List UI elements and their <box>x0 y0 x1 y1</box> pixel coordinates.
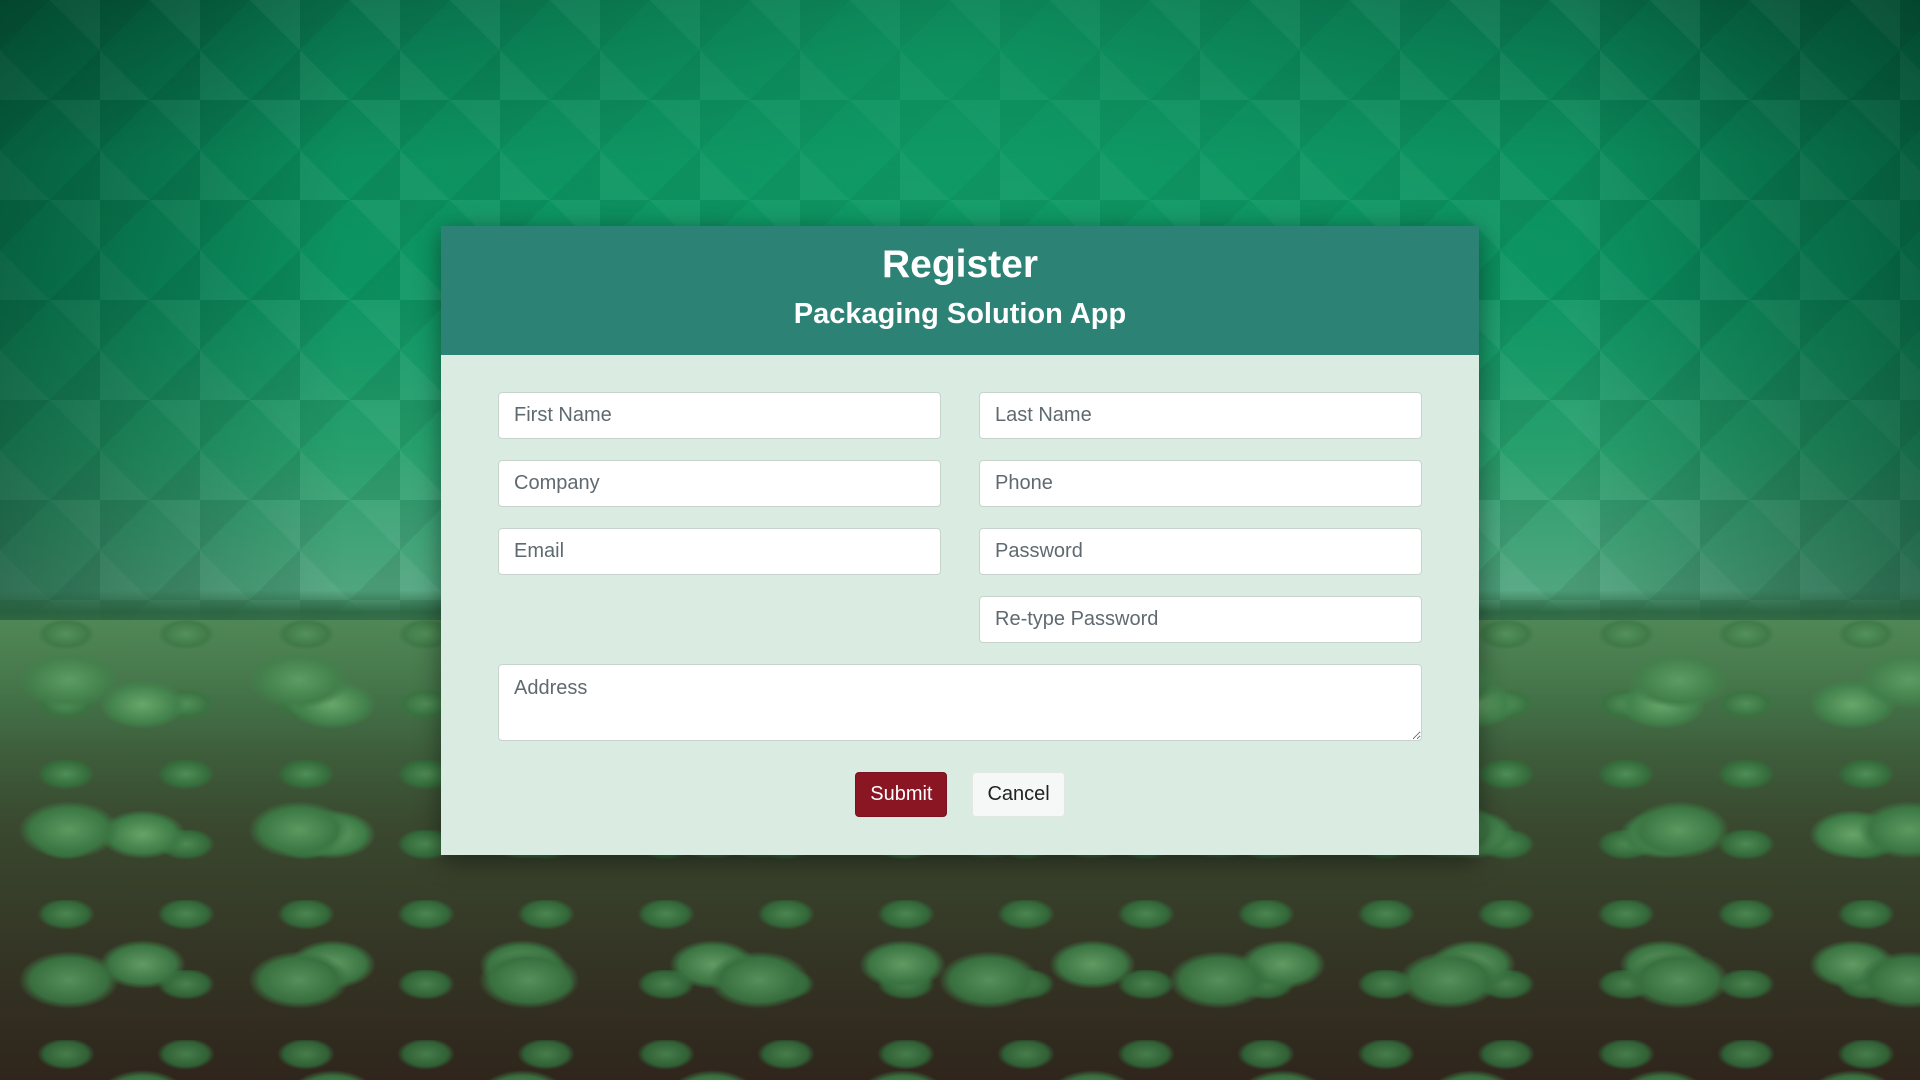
cancel-button[interactable]: Cancel <box>972 772 1065 817</box>
form-actions: Submit Cancel <box>498 772 1422 817</box>
page: Register Packaging Solution App First Na… <box>0 0 1920 1080</box>
card-header: Register Packaging Solution App <box>441 226 1479 355</box>
register-card: Register Packaging Solution App First Na… <box>441 226 1479 855</box>
email-input[interactable] <box>498 528 941 575</box>
address-textarea[interactable] <box>498 664 1422 741</box>
first-name-input[interactable] <box>498 392 941 439</box>
page-title: Register <box>881 243 1039 286</box>
app-subtitle: Packaging Solution App <box>793 298 1127 330</box>
form-row-name <box>498 392 1422 439</box>
retype-password-input[interactable] <box>979 596 1422 643</box>
company-input[interactable] <box>498 460 941 507</box>
phone-input[interactable] <box>979 460 1422 507</box>
form-row-company <box>498 460 1422 507</box>
form-row-credentials <box>498 528 1422 575</box>
register-form: Submit Cancel <box>441 355 1479 855</box>
submit-button[interactable]: Submit <box>855 772 948 817</box>
last-name-input[interactable] <box>979 392 1422 439</box>
form-row-address <box>498 664 1422 741</box>
form-row-retype <box>498 596 1422 643</box>
password-input[interactable] <box>979 528 1422 575</box>
